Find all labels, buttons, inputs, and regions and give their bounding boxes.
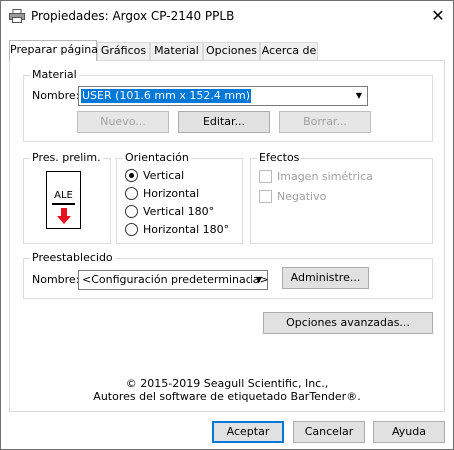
ayuda-button[interactable]: Ayuda — [373, 421, 445, 443]
editar-button[interactable]: Editar... — [178, 111, 270, 133]
chevron-down-icon[interactable]: ▼ — [350, 87, 367, 105]
radio-vertical-180[interactable] — [125, 205, 138, 218]
tab-graficos[interactable]: Gráficos — [97, 42, 150, 60]
window-title: Propiedades: Argox CP-2140 PPLB — [31, 9, 235, 23]
aceptar-button[interactable]: Aceptar — [212, 421, 284, 443]
tab-strip: Preparar página Gráficos Material Opcion… — [9, 40, 449, 61]
orientacion-option-horizontal[interactable]: Horizontal — [143, 187, 199, 200]
orientacion-option-horizontal-180[interactable]: Horizontal 180° — [143, 223, 229, 236]
chevron-down-icon[interactable]: ▼ — [250, 271, 267, 289]
material-legend: Material — [30, 68, 79, 81]
checkbox-negativo[interactable] — [259, 190, 272, 203]
dialog-footer: Aceptar Cancelar Ayuda — [1, 412, 453, 450]
preestablecido-legend: Preestablecido — [30, 251, 115, 264]
checkbox-imagen-simetrica[interactable] — [259, 170, 272, 183]
material-select[interactable]: USER (101.6 mm x 152.4 mm) ▼ — [78, 86, 368, 106]
material-selected-value: USER (101.6 mm x 152.4 mm) — [81, 89, 252, 103]
administre-button[interactable]: Administre... — [282, 267, 369, 289]
efectos-option-negativo[interactable]: Negativo — [277, 190, 326, 203]
material-nombre-label: Nombre: — [32, 89, 80, 102]
radio-horizontal[interactable] — [125, 187, 138, 200]
preview-label-text: ALE — [54, 190, 73, 201]
orientacion-option-vertical[interactable]: Vertical — [143, 169, 184, 182]
title-bar: Propiedades: Argox CP-2140 PPLB ✕ — [1, 1, 453, 31]
close-icon[interactable]: ✕ — [423, 1, 453, 31]
properties-dialog: Propiedades: Argox CP-2140 PPLB ✕ Prepar… — [0, 0, 454, 450]
printer-icon — [9, 9, 25, 23]
opciones-avanzadas-button[interactable]: Opciones avanzadas... — [263, 312, 433, 334]
orientacion-legend: Orientación — [123, 151, 191, 164]
copyright-line-2: Autores del software de etiquetado BarTe… — [93, 390, 361, 403]
borrar-button[interactable]: Borrar... — [279, 111, 371, 133]
orientacion-option-vertical-180[interactable]: Vertical 180° — [143, 205, 214, 218]
efectos-legend: Efectos — [257, 151, 302, 164]
radio-vertical[interactable] — [125, 169, 138, 182]
tab-acerca-de[interactable]: Acerca de — [260, 42, 318, 60]
nuevo-button[interactable]: Nuevo... — [77, 111, 169, 133]
tab-preparar-pagina[interactable]: Preparar página — [9, 40, 98, 61]
tab-material[interactable]: Material — [150, 42, 203, 60]
copyright-line-1: © 2015-2019 Seagull Scientific, Inc., — [125, 377, 329, 390]
preestablecido-nombre-label: Nombre: — [32, 273, 80, 286]
tab-opciones[interactable]: Opciones — [203, 42, 260, 60]
preview-legend: Pres. prelim. — [30, 151, 103, 164]
efectos-option-imagen-simetrica[interactable]: Imagen simétrica — [277, 170, 373, 183]
arrow-down-icon — [57, 208, 71, 224]
cancelar-button[interactable]: Cancelar — [293, 421, 365, 443]
preview-line — [52, 203, 75, 205]
label-preview: ALE — [46, 171, 81, 229]
preestablecido-select[interactable]: <Configuración predeterminada> ▼ — [78, 270, 269, 290]
radio-horizontal-180[interactable] — [125, 223, 138, 236]
preestablecido-selected-value: <Configuración predeterminada> — [82, 273, 269, 286]
